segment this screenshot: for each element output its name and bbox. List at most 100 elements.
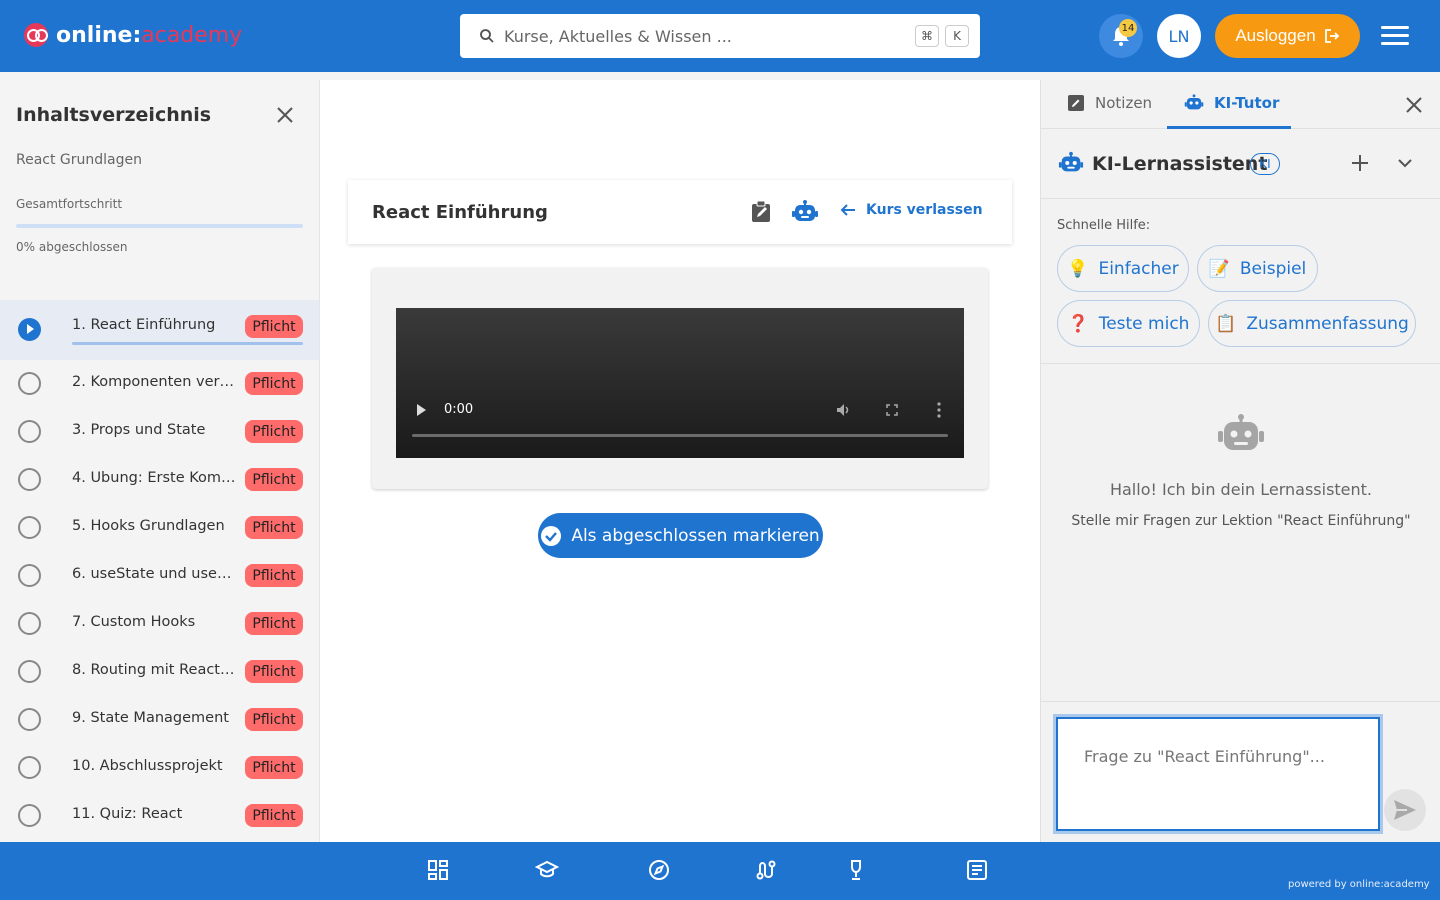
quick-help-summary-button[interactable]: 📋 Zusammenfassung <box>1208 300 1416 347</box>
chat-input-area <box>1041 701 1440 842</box>
chip-label: Einfacher <box>1098 258 1179 279</box>
ai-badge: KI <box>1250 153 1280 175</box>
robot-icon[interactable] <box>791 200 819 224</box>
lesson-item[interactable]: 4. Übung: Erste Komponenten Pflicht <box>0 456 319 504</box>
close-icon[interactable] <box>1405 96 1423 114</box>
status-circle-icon <box>18 516 41 539</box>
quick-help-example-button[interactable]: 📝 Beispiel <box>1197 245 1318 292</box>
empty-state-subtitle: Stelle mir Fragen zur Lektion "React Ein… <box>1071 513 1411 529</box>
shortcut-key-k: K <box>945 25 969 47</box>
lesson-item[interactable]: 3. Props und State Pflicht <box>0 408 319 456</box>
note-edit-icon <box>1068 95 1084 111</box>
required-badge: Pflicht <box>245 468 303 491</box>
tab-ai-tutor[interactable]: KI-Tutor <box>1184 94 1279 112</box>
course-name: React Grundlagen <box>16 152 143 168</box>
play-icon[interactable] <box>417 404 426 416</box>
lightbulb-icon: 💡 <box>1067 258 1089 279</box>
required-badge: Pflicht <box>245 756 303 779</box>
trophy-icon[interactable] <box>844 858 868 882</box>
lesson-label: 5. Hooks Grundlagen <box>72 518 225 534</box>
route-icon[interactable] <box>754 858 778 882</box>
status-circle-icon <box>18 468 41 491</box>
logo[interactable]: online:academy <box>24 20 242 50</box>
required-badge: Pflicht <box>245 612 303 635</box>
search-bar[interactable]: ⌘ K <box>460 14 980 58</box>
status-circle-icon <box>18 372 41 395</box>
lesson-list: 1. React Einführung Pflicht 2. Komponent… <box>0 300 319 840</box>
sidebar-title: Inhaltsverzeichnis <box>16 104 212 126</box>
lesson-item[interactable]: 2. Komponenten verstehen Pflicht <box>0 360 319 408</box>
table-of-contents-sidebar: Inhaltsverzeichnis React Grundlagen Gesa… <box>0 80 320 842</box>
fullscreen-icon[interactable] <box>886 404 898 416</box>
logout-icon <box>1324 29 1339 43</box>
quick-help-label: Schnelle Hilfe: <box>1057 218 1151 233</box>
menu-icon[interactable] <box>1381 26 1409 46</box>
lesson-label: 10. Abschlussprojekt <box>72 758 223 774</box>
volume-icon[interactable] <box>836 403 852 417</box>
avatar[interactable]: LN <box>1157 14 1201 58</box>
assistant-title: KI-Lernassistent <box>1092 153 1268 175</box>
video-player[interactable]: 0:00 <box>396 308 964 458</box>
quick-help-simpler-button[interactable]: 💡 Einfacher <box>1057 245 1189 292</box>
tab-notes[interactable]: Notizen <box>1067 94 1152 112</box>
logo-icon <box>24 23 48 47</box>
lesson-label: 9. State Management <box>72 710 229 726</box>
article-icon[interactable] <box>965 858 989 882</box>
memo-icon: 📝 <box>1208 258 1230 279</box>
lesson-item[interactable]: 9. State Management Pflicht <box>0 696 319 744</box>
shortcut-key-cmd: ⌘ <box>915 25 939 47</box>
plus-icon[interactable] <box>1351 154 1369 172</box>
chip-label: Zusammenfassung <box>1246 313 1409 334</box>
lesson-title: React Einführung <box>372 202 548 223</box>
lesson-item[interactable]: 11. Quiz: React Pflicht <box>0 792 319 840</box>
required-badge: Pflicht <box>245 660 303 683</box>
question-input[interactable] <box>1053 714 1383 834</box>
quick-help-test-me-button[interactable]: ❓ Teste mich <box>1057 300 1200 347</box>
chip-label: Beispiel <box>1239 258 1307 279</box>
leave-course-link[interactable]: Kurs verlassen <box>840 202 983 218</box>
lesson-label: 7. Custom Hooks <box>72 614 196 630</box>
lesson-item[interactable]: 5. Hooks Grundlagen Pflicht <box>0 504 319 552</box>
notification-count-badge: 14 <box>1119 19 1137 37</box>
lesson-label: 4. Übung: Erste Komponenten <box>72 470 237 486</box>
logout-button[interactable]: Ausloggen <box>1215 14 1360 58</box>
send-icon <box>1394 800 1416 820</box>
empty-state-title: Hallo! Ich bin dein Lernassistent. <box>1109 480 1373 499</box>
chip-label: Teste mich <box>1098 313 1190 334</box>
arrow-left-icon <box>840 204 855 216</box>
lesson-item[interactable]: 7. Custom Hooks Pflicht <box>0 600 319 648</box>
dashboard-icon[interactable] <box>426 858 450 882</box>
search-input[interactable] <box>504 24 904 48</box>
play-icon <box>18 318 41 341</box>
robot-icon <box>1184 94 1204 110</box>
close-icon[interactable] <box>276 106 294 124</box>
lesson-label: 8. Routing mit React Router <box>72 662 237 678</box>
required-badge: Pflicht <box>245 708 303 731</box>
progress-text: 0% abgeschlossen <box>16 240 128 254</box>
status-circle-icon <box>18 612 41 635</box>
edit-note-icon[interactable] <box>750 200 774 224</box>
lesson-item[interactable]: 6. useState und useEffect Pflicht <box>0 552 319 600</box>
compass-icon[interactable] <box>647 858 671 882</box>
status-circle-icon <box>18 660 41 683</box>
mark-complete-button[interactable]: Als abgeschlossen markieren <box>538 513 823 558</box>
more-vertical-icon[interactable] <box>937 402 941 418</box>
video-card: 0:00 <box>372 268 988 489</box>
status-circle-icon <box>18 564 41 587</box>
lesson-label: 11. Quiz: React <box>72 806 183 822</box>
lesson-item[interactable]: 8. Routing mit React Router Pflicht <box>0 648 319 696</box>
graduation-cap-icon[interactable] <box>535 858 559 882</box>
send-button[interactable] <box>1384 789 1426 831</box>
bottom-navigation: powered by online:academy <box>0 842 1440 900</box>
chevron-down-icon[interactable] <box>1397 157 1413 169</box>
lesson-label: 2. Komponenten verstehen <box>72 374 237 390</box>
status-circle-icon <box>18 804 41 827</box>
lesson-item[interactable]: 10. Abschlussprojekt Pflicht <box>0 744 319 792</box>
leave-course-label: Kurs verlassen <box>866 202 983 218</box>
lesson-header: React Einführung Kurs verlassen <box>348 180 1012 244</box>
mark-complete-label: Als abgeschlossen markieren <box>571 525 820 546</box>
overall-progress-bar <box>16 224 303 228</box>
video-progress-track[interactable] <box>412 434 948 437</box>
lesson-item[interactable]: 1. React Einführung Pflicht <box>0 300 319 360</box>
required-badge: Pflicht <box>245 804 303 827</box>
